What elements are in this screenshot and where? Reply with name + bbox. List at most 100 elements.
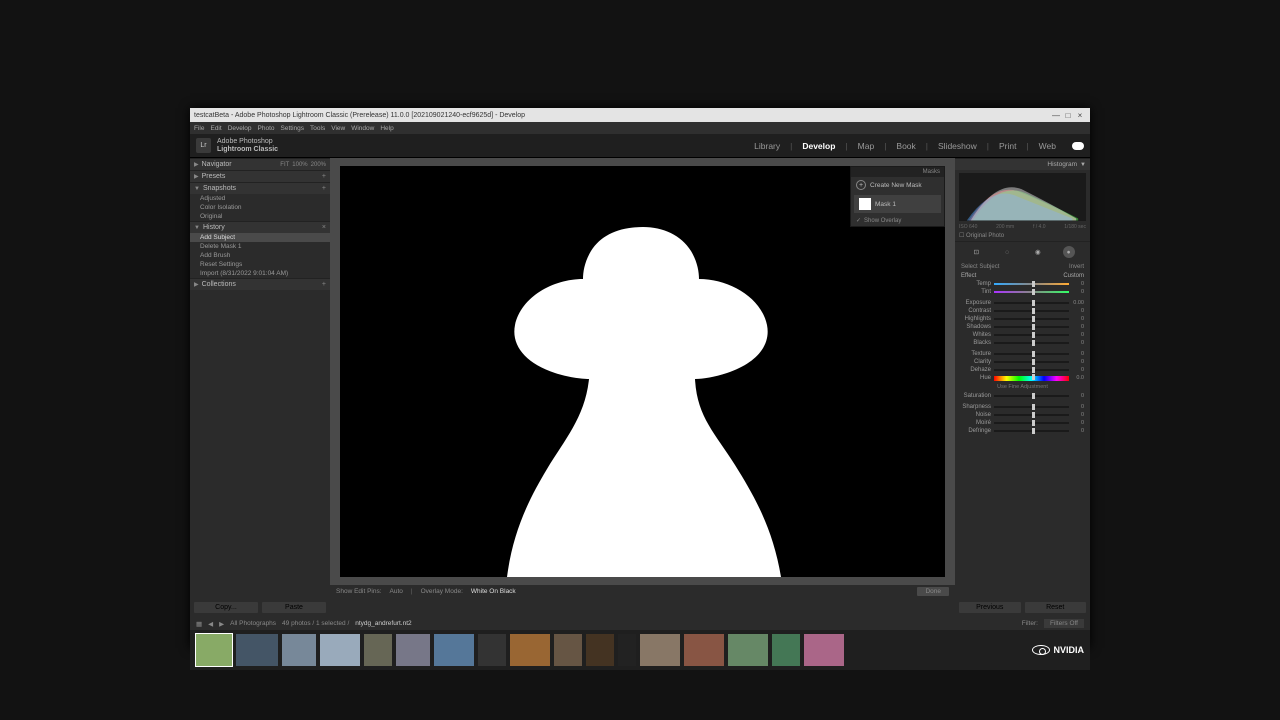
done-button[interactable]: Done (917, 587, 949, 596)
previous-button[interactable]: Previous (959, 602, 1021, 613)
filmstrip-thumb[interactable] (236, 634, 278, 666)
filmstrip-thumb[interactable] (640, 634, 680, 666)
exposure-slider[interactable]: Exposure0.00 (955, 299, 1090, 307)
module-slideshow[interactable]: Slideshow (938, 141, 977, 151)
menu-view[interactable]: View (331, 125, 345, 132)
filmstrip-thumb[interactable] (554, 634, 582, 666)
sharpness-slider[interactable]: Sharpness0 (955, 403, 1090, 411)
paste-button[interactable]: Paste (262, 602, 326, 613)
copy-button[interactable]: Copy... (194, 602, 258, 613)
blacks-slider[interactable]: Blacks0 (955, 339, 1090, 347)
menu-window[interactable]: Window (351, 125, 374, 132)
add-icon[interactable]: + (322, 185, 326, 192)
add-icon[interactable]: + (322, 281, 326, 288)
filters-off-button[interactable]: Filters Off (1044, 619, 1084, 628)
noise-slider[interactable]: Noise0 (955, 411, 1090, 419)
navigator-header[interactable]: ▶ Navigator FIT100%200% (190, 158, 330, 170)
filmstrip-thumb[interactable] (684, 634, 724, 666)
presets-header[interactable]: ▶ Presets + (190, 170, 330, 182)
module-map[interactable]: Map (858, 141, 875, 151)
create-new-mask[interactable]: + Create New Mask (851, 177, 944, 193)
histogram-header[interactable]: Histogram ▼ (955, 158, 1090, 170)
contrast-slider[interactable]: Contrast0 (955, 307, 1090, 315)
back-icon[interactable]: ◀ (208, 620, 213, 628)
filmstrip-thumb[interactable] (510, 634, 550, 666)
shadows-slider[interactable]: Shadows0 (955, 323, 1090, 331)
filmstrip-thumb[interactable] (804, 634, 844, 666)
overlay-mode-dropdown[interactable]: White On Black (471, 588, 516, 595)
module-book[interactable]: Book (896, 141, 915, 151)
module-web[interactable]: Web (1039, 141, 1056, 151)
filmstrip-thumb[interactable] (282, 634, 316, 666)
tint-slider[interactable]: Tint0 (955, 288, 1090, 296)
texture-slider[interactable]: Texture0 (955, 350, 1090, 358)
hue-slider[interactable]: Hue 0.0 (955, 374, 1090, 382)
snapshot-item[interactable]: Color Isolation (190, 203, 330, 212)
history-item[interactable]: Add Brush (190, 251, 330, 260)
highlights-slider[interactable]: Highlights0 (955, 315, 1090, 323)
module-develop[interactable]: Develop (802, 141, 835, 151)
history-item[interactable]: Delete Mask 1 (190, 242, 330, 251)
filmstrip-thumb[interactable] (320, 634, 360, 666)
crop-tool[interactable]: ⊡ (970, 246, 982, 258)
filmstrip-thumb[interactable] (728, 634, 768, 666)
filmstrip-thumb[interactable] (586, 634, 614, 666)
mask-item[interactable]: Mask 1 (854, 195, 941, 213)
menu-tools[interactable]: Tools (310, 125, 325, 132)
filmstrip-thumb[interactable] (618, 634, 636, 666)
temp-slider[interactable]: Temp0 (955, 280, 1090, 288)
filmstrip-thumb[interactable] (364, 634, 392, 666)
history-item[interactable]: Reset Settings (190, 260, 330, 269)
forward-icon[interactable]: ▶ (219, 620, 224, 628)
heal-tool[interactable]: ◌ (1001, 246, 1013, 258)
close-button[interactable]: × (1074, 111, 1086, 120)
filmstrip-thumb[interactable] (396, 634, 430, 666)
mask-tool[interactable]: ● (1063, 246, 1075, 258)
saturation-slider[interactable]: Saturation 0 (955, 392, 1090, 400)
zoom-200%[interactable]: 200% (311, 162, 326, 168)
zoom-fit[interactable]: FIT (280, 162, 289, 168)
cloud-sync-icon[interactable] (1072, 142, 1084, 150)
menu-edit[interactable]: Edit (210, 125, 221, 132)
snapshots-header[interactable]: ▼ Snapshots + (190, 182, 330, 194)
history-header[interactable]: ▼ History × (190, 221, 330, 233)
right-panel: Histogram ▼ ISO 640200 mmf / 4.01/180 se… (955, 158, 1090, 598)
collections-header[interactable]: ▶ Collections + (190, 278, 330, 290)
show-overlay-toggle[interactable]: ✓ Show Overlay (851, 215, 944, 226)
dehaze-slider[interactable]: Dehaze0 (955, 366, 1090, 374)
redeye-tool[interactable]: ◉ (1032, 246, 1044, 258)
snapshot-item[interactable]: Adjusted (190, 194, 330, 203)
menu-develop[interactable]: Develop (228, 125, 252, 132)
filmstrip-thumb[interactable] (772, 634, 800, 666)
clear-icon[interactable]: × (322, 224, 326, 231)
menu-photo[interactable]: Photo (258, 125, 275, 132)
image-canvas[interactable] (340, 166, 945, 577)
reset-button[interactable]: Reset (1025, 602, 1087, 613)
masks-panel-header: Masks (851, 167, 944, 177)
invert-button[interactable]: Invert (1069, 264, 1084, 270)
grid-view-icon[interactable]: ▦ (196, 620, 202, 628)
show-pins-dropdown[interactable]: Auto (390, 588, 403, 595)
minimize-button[interactable]: — (1050, 111, 1062, 120)
menu-file[interactable]: File (194, 125, 204, 132)
app-header: Lr Adobe Photoshop Lightroom Classic Lib… (190, 134, 1090, 158)
clarity-slider[interactable]: Clarity0 (955, 358, 1090, 366)
filmstrip-thumb[interactable] (434, 634, 474, 666)
defringe-slider[interactable]: Defringe0 (955, 427, 1090, 435)
effect-dropdown[interactable]: Custom (1063, 273, 1084, 279)
original-photo-checkbox[interactable]: ☐ Original Photo (955, 230, 1090, 241)
history-item[interactable]: Add Subject (190, 233, 330, 242)
snapshot-item[interactable]: Original (190, 212, 330, 221)
add-icon[interactable]: + (322, 173, 326, 180)
menu-help[interactable]: Help (380, 125, 393, 132)
history-item[interactable]: Import (8/31/2022 9:01:04 AM) (190, 269, 330, 278)
whites-slider[interactable]: Whites0 (955, 331, 1090, 339)
moiré-slider[interactable]: Moiré0 (955, 419, 1090, 427)
zoom-100%[interactable]: 100% (292, 162, 307, 168)
module-print[interactable]: Print (999, 141, 1016, 151)
maximize-button[interactable]: □ (1062, 111, 1074, 120)
filmstrip-thumb[interactable] (478, 634, 506, 666)
menu-settings[interactable]: Settings (281, 125, 305, 132)
module-library[interactable]: Library (754, 141, 780, 151)
filmstrip-thumb[interactable] (196, 634, 232, 666)
